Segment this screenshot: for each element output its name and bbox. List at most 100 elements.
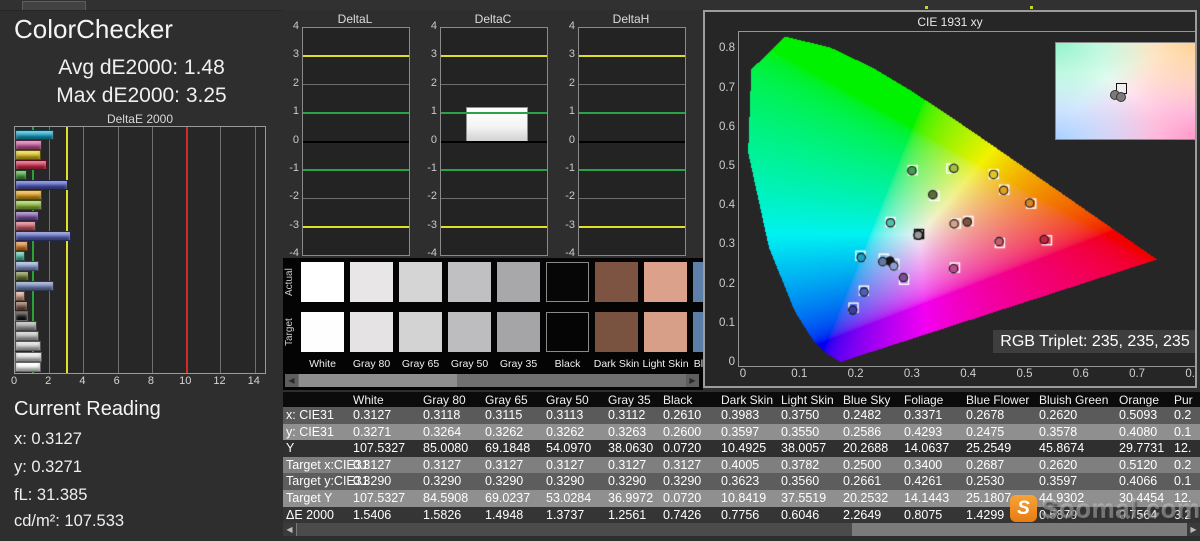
axis-tick-label: 0 xyxy=(728,356,735,368)
table-cell: 107.5327 xyxy=(353,441,406,456)
column-header: Black xyxy=(663,393,693,407)
reading-x: x: 0.3127 xyxy=(14,430,82,448)
table-cell: 0.2620 xyxy=(1039,408,1078,422)
delta-ref-line xyxy=(441,84,547,86)
swatch-actual xyxy=(497,262,540,302)
table-cell: 0.2678 xyxy=(966,408,1005,422)
window-tab[interactable] xyxy=(22,1,86,10)
deltae-bar xyxy=(15,130,55,140)
axis-tick-label: 0 xyxy=(739,368,747,380)
table-cell: 0.7756 xyxy=(721,507,760,522)
table-cell: 0.4005 xyxy=(721,457,760,472)
column-header: Gray 50 xyxy=(546,393,589,407)
swatch-target xyxy=(350,312,393,352)
table-row: Y 107.5327 85.0080 69.1848 54.0970 38.0630 0.0… xyxy=(283,440,1200,457)
deltae-gridline xyxy=(220,127,222,373)
table-row: Target Y 107.5327 84.5908 69.0237 53.0284 36.… xyxy=(283,490,1200,507)
table-cell: 0.3983 xyxy=(721,408,760,422)
table-cell: 25.2549 xyxy=(966,441,1012,456)
deltae-gridline xyxy=(151,127,153,373)
row-label: Target Y xyxy=(286,491,333,505)
axis-tick-label: 0.1 xyxy=(719,316,735,329)
deltae-chart-title: DeltaE 2000 xyxy=(106,112,174,126)
table-cell: 1.3737 xyxy=(546,507,585,522)
axis-tick-label: 0 xyxy=(430,133,437,146)
deltae-bar xyxy=(15,291,26,302)
table-cell: 10.4925 xyxy=(721,441,767,456)
table-cell: 0.0720 xyxy=(663,441,702,456)
axis-tick-label: 1 xyxy=(568,105,575,118)
deltae-bar xyxy=(15,240,28,251)
axis-tick-label: 2 xyxy=(292,76,299,89)
delta-ref-line xyxy=(579,225,685,228)
table-cell: 14.1443 xyxy=(904,491,950,505)
table-cell: 30.4454 xyxy=(1119,491,1165,505)
table-cell: 0.3290 xyxy=(423,474,462,489)
axis-tick-label: -1 xyxy=(289,161,299,174)
table-cell: 0.3127 xyxy=(608,457,647,472)
swatch-label: Gray 35 xyxy=(499,358,538,370)
axis-tick-label: 0.7 xyxy=(719,81,735,94)
delta-ref-line xyxy=(579,55,685,58)
table-cell: 0.3115 xyxy=(485,408,523,422)
swatch-scroll-left-button[interactable]: ◀ xyxy=(285,374,298,387)
delta-ref-line xyxy=(579,169,685,171)
table-cell: 0.8075 xyxy=(904,507,943,522)
table-cell: 0.2475 xyxy=(966,424,1005,439)
swatch-actual xyxy=(448,262,491,302)
table-cell: 0.3578 xyxy=(1039,424,1078,439)
row-label: y: CIE31 xyxy=(286,424,334,439)
delta-chart-plot xyxy=(440,27,548,256)
table-cell: 0.3623 xyxy=(721,474,760,489)
table-cell: 44.9302 xyxy=(1039,491,1085,505)
table-row: Target x:CIE31 0.3127 0.3127 0.3127 0.3127 0.… xyxy=(283,456,1200,474)
table-cell: 0.3290 xyxy=(353,474,392,489)
axis-tick-label: 10 xyxy=(179,375,192,387)
table-row: y: CIE31 0.3271 0.3264 0.3262 0.3262 0.3263 0.… xyxy=(283,423,1200,441)
current-reading-title: Current Reading xyxy=(14,398,161,420)
table-scroll-right-button[interactable]: ▶ xyxy=(1187,523,1200,536)
table-cell: 0.5120 xyxy=(1119,457,1158,472)
delta-ref-line xyxy=(441,169,547,171)
swatch-actual xyxy=(399,262,442,302)
table-cell: 54.0970 xyxy=(546,441,592,456)
axis-tick-label: 2 xyxy=(45,375,52,387)
axis-tick-label: 0.1 xyxy=(791,368,808,380)
table-cell: 0.3400 xyxy=(904,457,943,472)
deltae-bar xyxy=(15,210,40,221)
delta-ref-line xyxy=(579,112,685,114)
table-cell: 20.2532 xyxy=(843,491,889,505)
axis-tick-label: 4 xyxy=(79,375,86,387)
table-cell: 38.0057 xyxy=(781,441,827,456)
swatch-actual xyxy=(693,262,703,302)
deltae-bar xyxy=(15,311,28,322)
deltae-ref-line xyxy=(66,127,69,373)
swatch-target xyxy=(546,312,589,352)
swatch-target xyxy=(693,312,703,352)
table-cell: 0.2 xyxy=(1174,408,1192,422)
axis-tick-label: 0.2 xyxy=(847,368,864,380)
deltae-bar xyxy=(15,190,42,201)
row-label: Y xyxy=(286,441,295,456)
swatch-scroll-right-button[interactable]: ▶ xyxy=(686,374,699,387)
table-scroll-left-button[interactable]: ◀ xyxy=(283,523,296,536)
table-scrollbar-thumb[interactable] xyxy=(297,523,852,536)
delta-ref-line xyxy=(303,225,409,228)
deltae-bar xyxy=(15,351,43,362)
deltae-bar xyxy=(15,150,42,161)
table-cell: 0.2 xyxy=(1174,457,1192,472)
column-header: Gray 80 xyxy=(423,393,466,407)
table-cell: 1.5826 xyxy=(423,507,462,522)
table-cell: 1.5406 xyxy=(353,507,392,522)
deltae-bar xyxy=(15,160,47,171)
table-cell: 0.6046 xyxy=(781,507,820,522)
table-cell: 0.4293 xyxy=(904,424,943,439)
swatch-target xyxy=(399,312,442,352)
delta-ref-line xyxy=(579,197,685,199)
table-cell: 1.4948 xyxy=(485,507,524,522)
axis-tick-label: -3 xyxy=(289,218,299,231)
table-cell: 45.8674 xyxy=(1039,441,1085,456)
axis-tick-label: -2 xyxy=(289,190,299,203)
swatch-label: Blue Sky xyxy=(693,358,703,370)
swatch-scrollbar-thumb[interactable] xyxy=(299,374,457,387)
